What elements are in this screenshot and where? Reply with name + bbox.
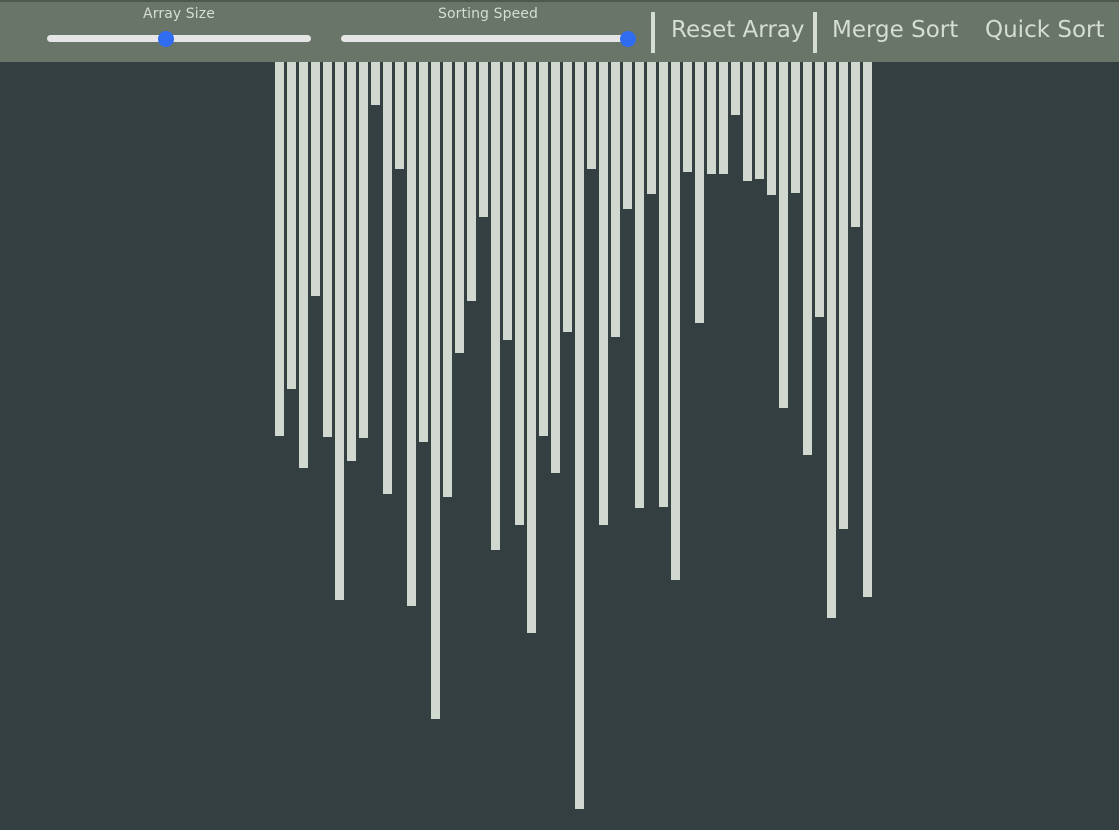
array-bar [323,62,332,437]
array-bar [443,62,452,497]
array-bar [407,62,416,606]
merge-sort-button[interactable]: Merge Sort [832,12,958,48]
array-bar [299,62,308,468]
array-bar [695,62,704,323]
array-bars-area [0,62,1119,830]
array-bar [839,62,848,529]
array-bar [395,62,404,169]
array-bar [827,62,836,618]
array-bar [779,62,788,408]
array-bar [503,62,512,340]
array-bar [683,62,692,172]
array-bar [707,62,716,174]
array-bar [419,62,428,442]
sorting-speed-slider[interactable]: Sorting Speed [341,2,636,62]
array-size-slider[interactable]: Array Size [47,2,311,62]
array-bar [635,62,644,508]
array-bar [863,62,872,597]
array-bar [647,62,656,194]
sorting-speed-thumb[interactable] [620,31,636,47]
array-bar [551,62,560,473]
array-bar [815,62,824,317]
array-bar [455,62,464,353]
array-bar [599,62,608,525]
array-bar [371,62,380,105]
sorting-speed-track[interactable] [341,35,635,42]
array-bar [659,62,668,507]
app-window: Array Size Sorting Speed Reset Array Mer… [0,0,1119,830]
array-bar [275,62,284,436]
array-size-track[interactable] [47,35,311,42]
array-bar [731,62,740,115]
quick-sort-button[interactable]: Quick Sort [985,12,1105,48]
array-bar [431,62,440,719]
reset-array-button[interactable]: Reset Array [671,12,805,48]
array-bar [851,62,860,227]
array-bar [791,62,800,193]
array-bar [359,62,368,438]
array-bar [347,62,356,461]
array-bar [671,62,680,580]
array-bar [575,62,584,809]
array-bar [587,62,596,169]
array-size-label: Array Size [143,6,215,22]
toolbar: Array Size Sorting Speed Reset Array Mer… [0,0,1119,62]
array-bar [767,62,776,195]
array-bar [491,62,500,550]
array-bar [539,62,548,436]
sorting-speed-label: Sorting Speed [438,6,538,22]
array-bar [467,62,476,301]
toolbar-divider [813,12,817,53]
array-bar [515,62,524,525]
array-bar [287,62,296,389]
array-bar [803,62,812,455]
array-size-thumb[interactable] [157,31,174,47]
array-bar [755,62,764,179]
array-bar [311,62,320,296]
array-bar [611,62,620,337]
array-bar [563,62,572,332]
array-bar [335,62,344,600]
array-bar [383,62,392,494]
array-bar [743,62,752,181]
array-bar [719,62,728,174]
array-bar [623,62,632,209]
toolbar-divider [651,12,655,53]
array-bar [479,62,488,217]
array-bar [527,62,536,633]
